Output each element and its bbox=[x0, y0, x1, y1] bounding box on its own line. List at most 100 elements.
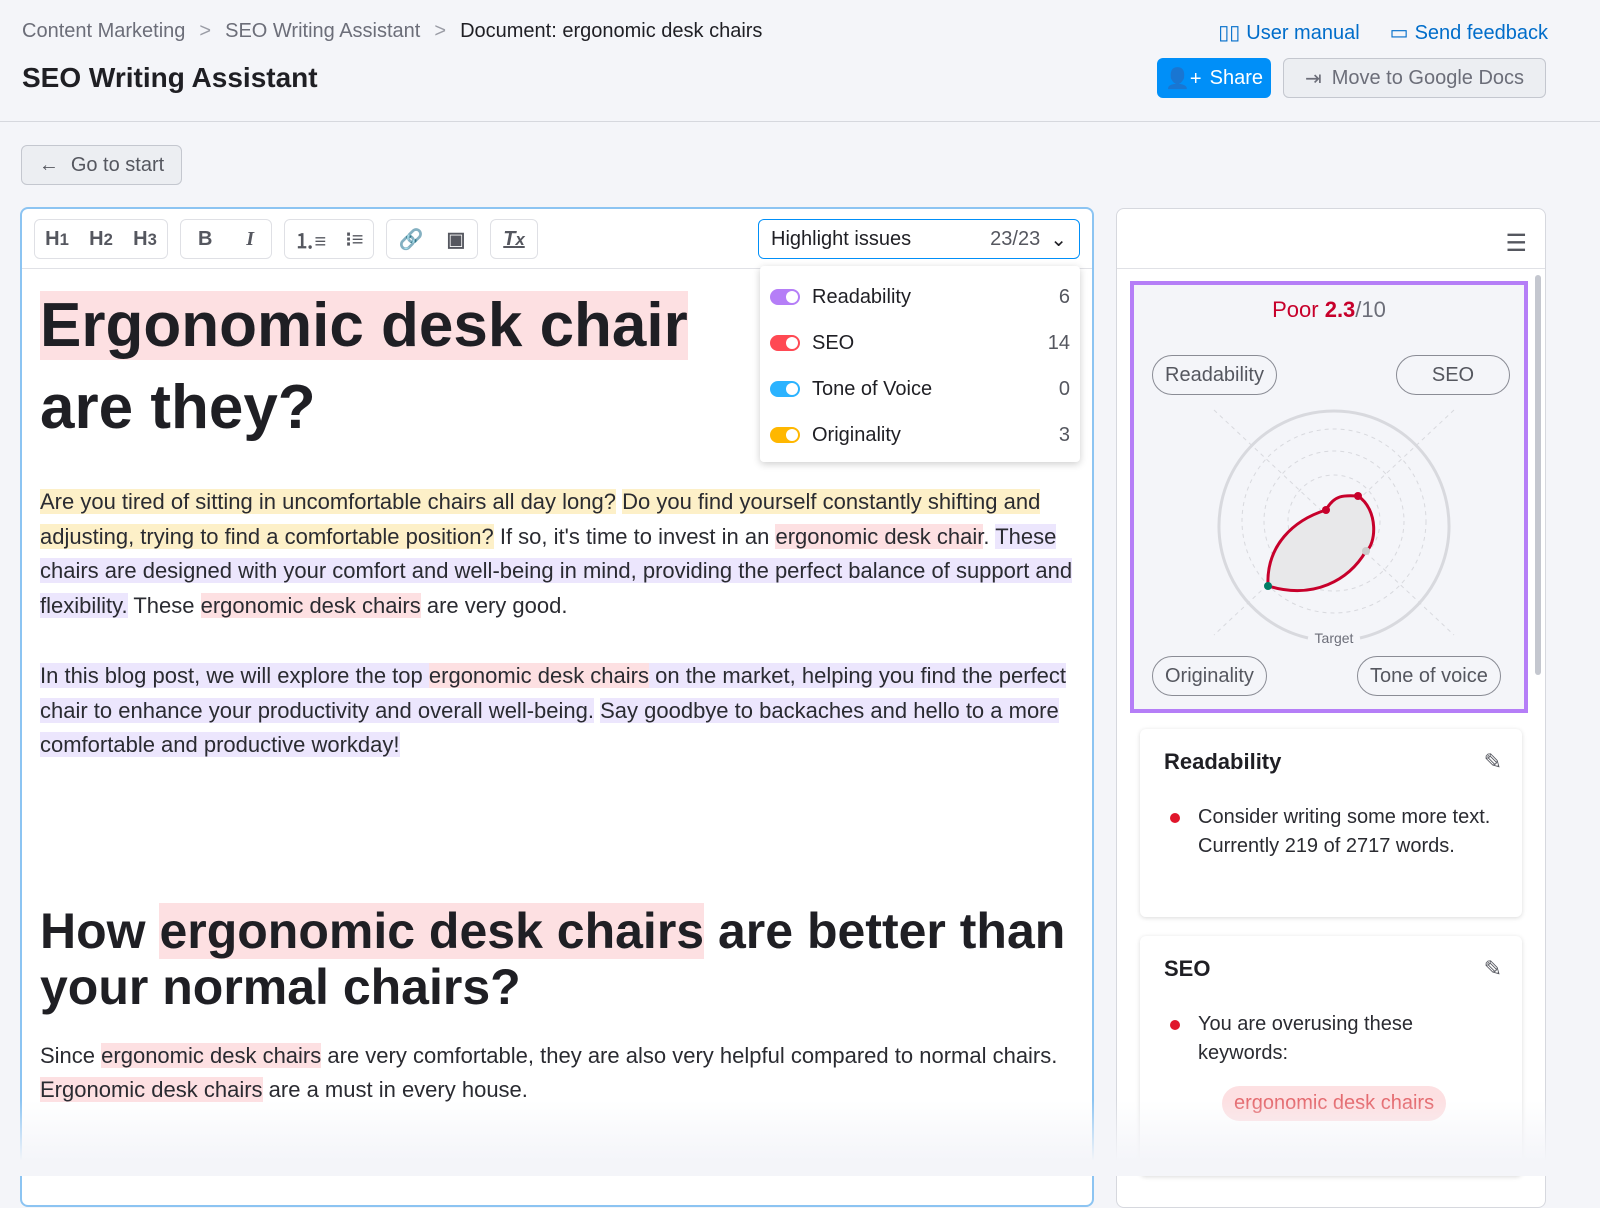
page-title: SEO Writing Assistant bbox=[22, 62, 318, 93]
issue-tone[interactable]: Tone of Voice 0 bbox=[770, 366, 1070, 412]
clear-format-icon[interactable]: Tx bbox=[503, 228, 524, 251]
text-seg: In this blog post, we will explore the t… bbox=[40, 663, 429, 688]
score-value: 2.3 bbox=[1324, 297, 1356, 322]
move-label: Move to Google Docs bbox=[1331, 66, 1525, 89]
overall-score: Poor 2.3/10 bbox=[1134, 297, 1524, 323]
highlight-issues-dropdown[interactable]: Highlight issues 23/23 ⌄ bbox=[758, 219, 1080, 259]
axis-seo[interactable]: SEO bbox=[1396, 355, 1510, 395]
toggle[interactable] bbox=[770, 427, 800, 443]
move-to-google-docs-button[interactable]: ⇥ Move to Google Docs bbox=[1283, 58, 1546, 98]
scrollbar[interactable] bbox=[1535, 275, 1541, 675]
edit-icon[interactable]: ✎ bbox=[1484, 956, 1502, 982]
paragraph-3: Since ergonomic desk chairs are very com… bbox=[40, 1039, 1080, 1108]
breadcrumb-swa[interactable]: SEO Writing Assistant bbox=[225, 20, 420, 43]
card-item: Consider writing some more text. Current… bbox=[1164, 803, 1498, 861]
issue-label: Readability bbox=[812, 285, 911, 308]
highlight-menu: Readability 6 SEO 14 Tone of Voice 0 Origin… bbox=[760, 266, 1080, 462]
go-to-start-button[interactable]: ← Go to start bbox=[21, 145, 182, 185]
text-seg: . bbox=[983, 523, 996, 549]
issue-label: Originality bbox=[812, 423, 901, 446]
export-icon: ⇥ bbox=[1304, 67, 1322, 90]
link-icon[interactable]: 🔗 bbox=[399, 227, 424, 252]
axis-tone-of-voice[interactable]: Tone of voice bbox=[1357, 656, 1501, 696]
editor-toolbar: H1 H2 H3 B I ⒈≡ ⁝≡ 🔗 ▣ Tx Highlight issues 23/… bbox=[22, 209, 1092, 462]
arrow-left-icon: ← bbox=[38, 153, 59, 176]
send-feedback-label: Send feedback bbox=[1414, 22, 1548, 44]
header: Content Marketing > SEO Writing Assistant… bbox=[0, 0, 1600, 122]
issue-label: Tone of Voice bbox=[812, 377, 933, 400]
highlight-label: Highlight issues bbox=[771, 227, 912, 250]
h1-text: are they? bbox=[40, 373, 316, 442]
keyword-highlight: ergonomic desk chair bbox=[775, 523, 984, 549]
issue-readability[interactable]: Readability 6 bbox=[770, 274, 1070, 320]
keyword-highlight: ergonomic desk chairs bbox=[101, 1042, 322, 1068]
go-to-start-label: Go to start bbox=[70, 153, 165, 176]
user-manual-label: User manual bbox=[1246, 22, 1360, 44]
text-seg: These bbox=[127, 592, 201, 618]
toggle[interactable] bbox=[770, 381, 800, 397]
keyword-highlight: Ergonomic desk chairs bbox=[40, 1077, 263, 1102]
bottom-fade bbox=[0, 1100, 1600, 1176]
keyword-highlight: ergonomic desk chairs bbox=[428, 663, 649, 688]
issue-label: SEO bbox=[812, 331, 855, 354]
issue-seo[interactable]: SEO 14 bbox=[770, 320, 1070, 366]
issue-count: 0 bbox=[1058, 377, 1070, 400]
h1-highlight: Ergonomic desk chair bbox=[40, 291, 688, 360]
book-icon: ▯▯ bbox=[1218, 22, 1241, 44]
chevron-right-icon: > bbox=[434, 20, 447, 42]
score-max: /10 bbox=[1355, 297, 1386, 322]
text-seg: If so, it's time to invest in an bbox=[493, 523, 776, 549]
menu-icon[interactable]: ☰ bbox=[1505, 229, 1527, 258]
toggle[interactable] bbox=[770, 335, 800, 351]
bold-button[interactable]: B bbox=[198, 228, 212, 251]
bullet-list-icon[interactable]: ⁝≡ bbox=[345, 227, 363, 252]
comment-icon: ▭ bbox=[1389, 22, 1409, 44]
card-item: You are overusing these keywords: bbox=[1164, 1010, 1498, 1068]
share-label: Share bbox=[1209, 66, 1263, 89]
text-seg: are very good. bbox=[420, 592, 568, 618]
issue-count: 6 bbox=[1058, 285, 1070, 308]
axis-readability[interactable]: Readability bbox=[1152, 355, 1277, 395]
image-icon[interactable]: ▣ bbox=[447, 227, 466, 252]
readability-card: Readability ✎ Consider writing some more … bbox=[1140, 729, 1522, 917]
paragraph-2: In this blog post, we will explore the t… bbox=[40, 659, 1080, 763]
sidebar: ☰ Poor 2.3/10 Readability SEO Originalit… bbox=[1116, 208, 1546, 1208]
radar-chart: Target bbox=[1213, 409, 1455, 646]
breadcrumb-content-marketing[interactable]: Content Marketing bbox=[22, 20, 185, 43]
text-seg: Are you tired of sitting in uncomfortabl… bbox=[40, 489, 616, 514]
card-title: SEO bbox=[1164, 956, 1211, 981]
paragraph-1: Are you tired of sitting in uncomfortabl… bbox=[40, 485, 1080, 623]
card-title: Readability bbox=[1164, 749, 1282, 774]
editor: H1 H2 H3 B I ⒈≡ ⁝≡ 🔗 ▣ Tx Highlight issues 23/… bbox=[20, 207, 1094, 1207]
text-seg: are very comfortable, they are also very… bbox=[321, 1042, 1058, 1068]
axis-originality[interactable]: Originality bbox=[1152, 656, 1267, 696]
add-user-icon: 👤+ bbox=[1165, 67, 1202, 90]
issue-count: 3 bbox=[1058, 423, 1070, 446]
edit-icon[interactable]: ✎ bbox=[1484, 749, 1502, 775]
breadcrumb: Content Marketing > SEO Writing Assistant… bbox=[22, 20, 762, 43]
h3-button[interactable]: H3 bbox=[133, 228, 157, 251]
h2-button[interactable]: H2 bbox=[89, 228, 113, 251]
issue-originality[interactable]: Originality 3 bbox=[770, 412, 1070, 458]
target-label: Target bbox=[1315, 630, 1354, 646]
highlight-count: 23/23 bbox=[990, 227, 1041, 250]
document-h2: How ergonomic desk chairs are better tha… bbox=[40, 902, 1080, 1015]
user-manual-link[interactable]: ▯▯ User manual bbox=[1218, 20, 1359, 45]
italic-button[interactable]: I bbox=[246, 228, 254, 251]
keyword-highlight: ergonomic desk chairs bbox=[200, 592, 421, 618]
score-widget: Poor 2.3/10 Readability SEO Originality … bbox=[1130, 281, 1528, 713]
chevron-down-icon: ⌄ bbox=[1050, 228, 1067, 251]
issue-count: 14 bbox=[1047, 331, 1070, 354]
h1-button[interactable]: H1 bbox=[45, 228, 69, 251]
send-feedback-link[interactable]: ▭ Send feedback bbox=[1390, 20, 1548, 45]
keyword-highlight: ergonomic desk chairs bbox=[159, 902, 705, 959]
text-seg: are a must in every house. bbox=[262, 1077, 528, 1102]
text-seg: How bbox=[40, 902, 160, 959]
breadcrumb-document: Document: ergonomic desk chairs bbox=[460, 20, 763, 42]
share-button[interactable]: 👤+ Share bbox=[1157, 58, 1271, 98]
text-seg: Since bbox=[40, 1042, 102, 1068]
toggle[interactable] bbox=[770, 289, 800, 305]
score-label: Poor bbox=[1272, 297, 1319, 322]
ordered-list-icon[interactable]: ⒈≡ bbox=[295, 225, 327, 254]
chevron-right-icon: > bbox=[199, 20, 212, 42]
